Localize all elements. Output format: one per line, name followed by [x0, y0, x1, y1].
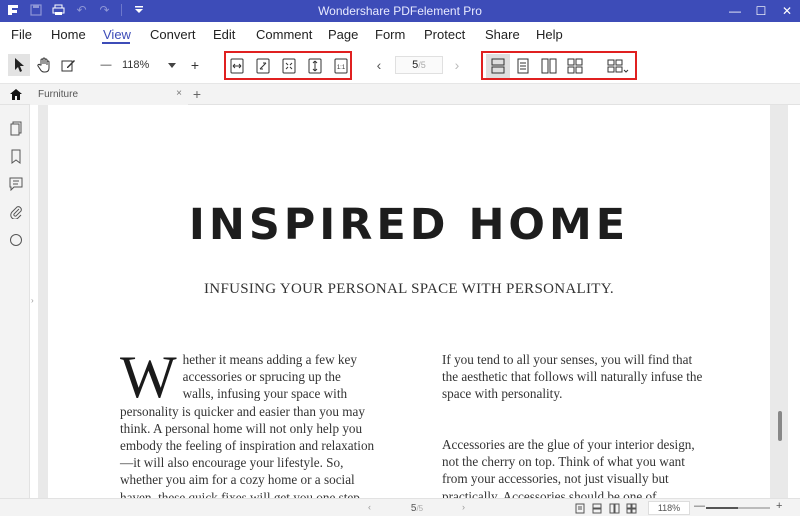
chevron-down-icon — [168, 62, 176, 68]
status-continuous-view[interactable] — [591, 502, 603, 514]
zoom-slider-fill — [706, 507, 738, 509]
status-next-page[interactable]: › — [462, 502, 465, 512]
paperclip-icon — [10, 206, 22, 219]
status-zoom-out[interactable]: — — [694, 500, 705, 512]
status-total-pages: /5 — [416, 503, 424, 513]
highlight-box-fit-tools — [224, 51, 352, 80]
window-controls: — ☐ ✕ — [722, 0, 800, 22]
zoom-value: 118% — [122, 59, 150, 71]
home-icon — [10, 89, 22, 100]
prev-page-button[interactable]: ‹ — [372, 56, 386, 74]
menu-page[interactable]: Page — [328, 27, 358, 42]
bookmarks-button[interactable] — [8, 148, 24, 164]
search-icon — [10, 234, 22, 246]
comments-button[interactable] — [8, 176, 24, 192]
zoom-select[interactable]: 118% — [118, 56, 180, 74]
highlight-box-view-tools — [481, 51, 637, 80]
expand-sidebar-icon[interactable]: › — [31, 296, 34, 305]
single-page-icon — [592, 503, 602, 513]
zoom-in-button[interactable]: + — [187, 56, 203, 74]
pages-icon — [10, 121, 22, 135]
vertical-scrollbar[interactable] — [788, 105, 800, 498]
thumbnails-button[interactable] — [8, 120, 24, 136]
search-panel-button[interactable] — [8, 232, 24, 248]
page-subheading: INFUSING YOUR PERSONAL SPACE WITH PERSON… — [204, 281, 614, 297]
page-heading: INSPIRED HOME — [188, 200, 630, 250]
menu-share[interactable]: Share — [485, 27, 520, 42]
next-page-button[interactable]: › — [450, 56, 464, 74]
edit-icon — [61, 59, 75, 71]
menu-protect[interactable]: Protect — [424, 27, 465, 42]
dropcap: W — [120, 344, 177, 410]
minimize-button[interactable]: — — [722, 0, 748, 22]
bookmark-icon — [11, 149, 21, 164]
menu-bar: File Home View Convert Edit Comment Page… — [0, 22, 800, 46]
status-bar: ‹ 5/5 › 118% — + — [0, 498, 800, 516]
close-button[interactable]: ✕ — [774, 0, 800, 22]
text-column-right-bottom: Accessories are the glue of your interio… — [442, 437, 695, 498]
total-pages: /5 — [418, 60, 426, 70]
edit-tool-button[interactable] — [57, 54, 79, 76]
new-tab-button[interactable]: + — [190, 85, 204, 103]
tab-furniture[interactable]: Furniture × — [30, 84, 188, 105]
home-tab-button[interactable] — [8, 87, 24, 102]
menu-edit[interactable]: Edit — [213, 27, 235, 42]
title-bar: ↶ ↷ Wondershare PDFelement Pro — ☐ ✕ — [0, 0, 800, 22]
scrollbar-thumb[interactable] — [778, 411, 782, 441]
status-prev-page[interactable]: ‹ — [368, 502, 371, 512]
menu-form[interactable]: Form — [375, 27, 405, 42]
select-tool-button[interactable] — [8, 54, 30, 76]
menu-help[interactable]: Help — [536, 27, 563, 42]
pdf-page: INSPIRED HOME INFUSING YOUR PERSONAL SPA… — [48, 105, 770, 498]
menu-view[interactable]: View — [103, 27, 131, 42]
text-column-right-top: If you tend to all your senses, you will… — [442, 352, 703, 402]
hand-tool-button[interactable] — [33, 54, 55, 76]
two-page-scroll-icon — [626, 503, 636, 513]
page-number-input[interactable]: 5/5 — [395, 56, 443, 74]
view-toolbar: — 118% + 1:1 ‹ 5/5 › — [0, 46, 800, 84]
menu-convert[interactable]: Convert — [150, 27, 196, 42]
maximize-button[interactable]: ☐ — [748, 0, 774, 22]
active-menu-indicator — [102, 42, 130, 44]
zoom-out-button[interactable]: — — [98, 56, 114, 74]
status-page-number[interactable]: 5/5 — [393, 501, 441, 515]
attachments-button[interactable] — [8, 204, 24, 220]
status-two-page-scroll-view[interactable] — [625, 502, 637, 514]
hand-icon — [36, 57, 49, 73]
comment-icon — [9, 177, 23, 191]
status-single-page-view[interactable] — [574, 502, 586, 514]
document-viewer[interactable]: INSPIRED HOME INFUSING YOUR PERSONAL SPA… — [38, 105, 788, 498]
text-column-left: Whether it means adding a few key access… — [120, 344, 375, 498]
left-sidebar — [0, 105, 30, 516]
status-zoom-value[interactable]: 118% — [648, 501, 690, 515]
tab-close-icon[interactable]: × — [176, 88, 182, 99]
status-two-page-view[interactable] — [608, 502, 620, 514]
window-title: Wondershare PDFelement Pro — [318, 4, 482, 18]
page-scroll-icon — [575, 503, 585, 513]
menu-comment[interactable]: Comment — [256, 27, 312, 42]
status-zoom-in[interactable]: + — [776, 500, 782, 512]
menu-file[interactable]: File — [11, 27, 32, 42]
tab-bar: Furniture × + — [0, 84, 800, 105]
tab-label: Furniture — [38, 89, 79, 100]
two-page-icon — [609, 503, 619, 513]
menu-home[interactable]: Home — [51, 27, 86, 42]
cursor-icon — [15, 58, 24, 72]
